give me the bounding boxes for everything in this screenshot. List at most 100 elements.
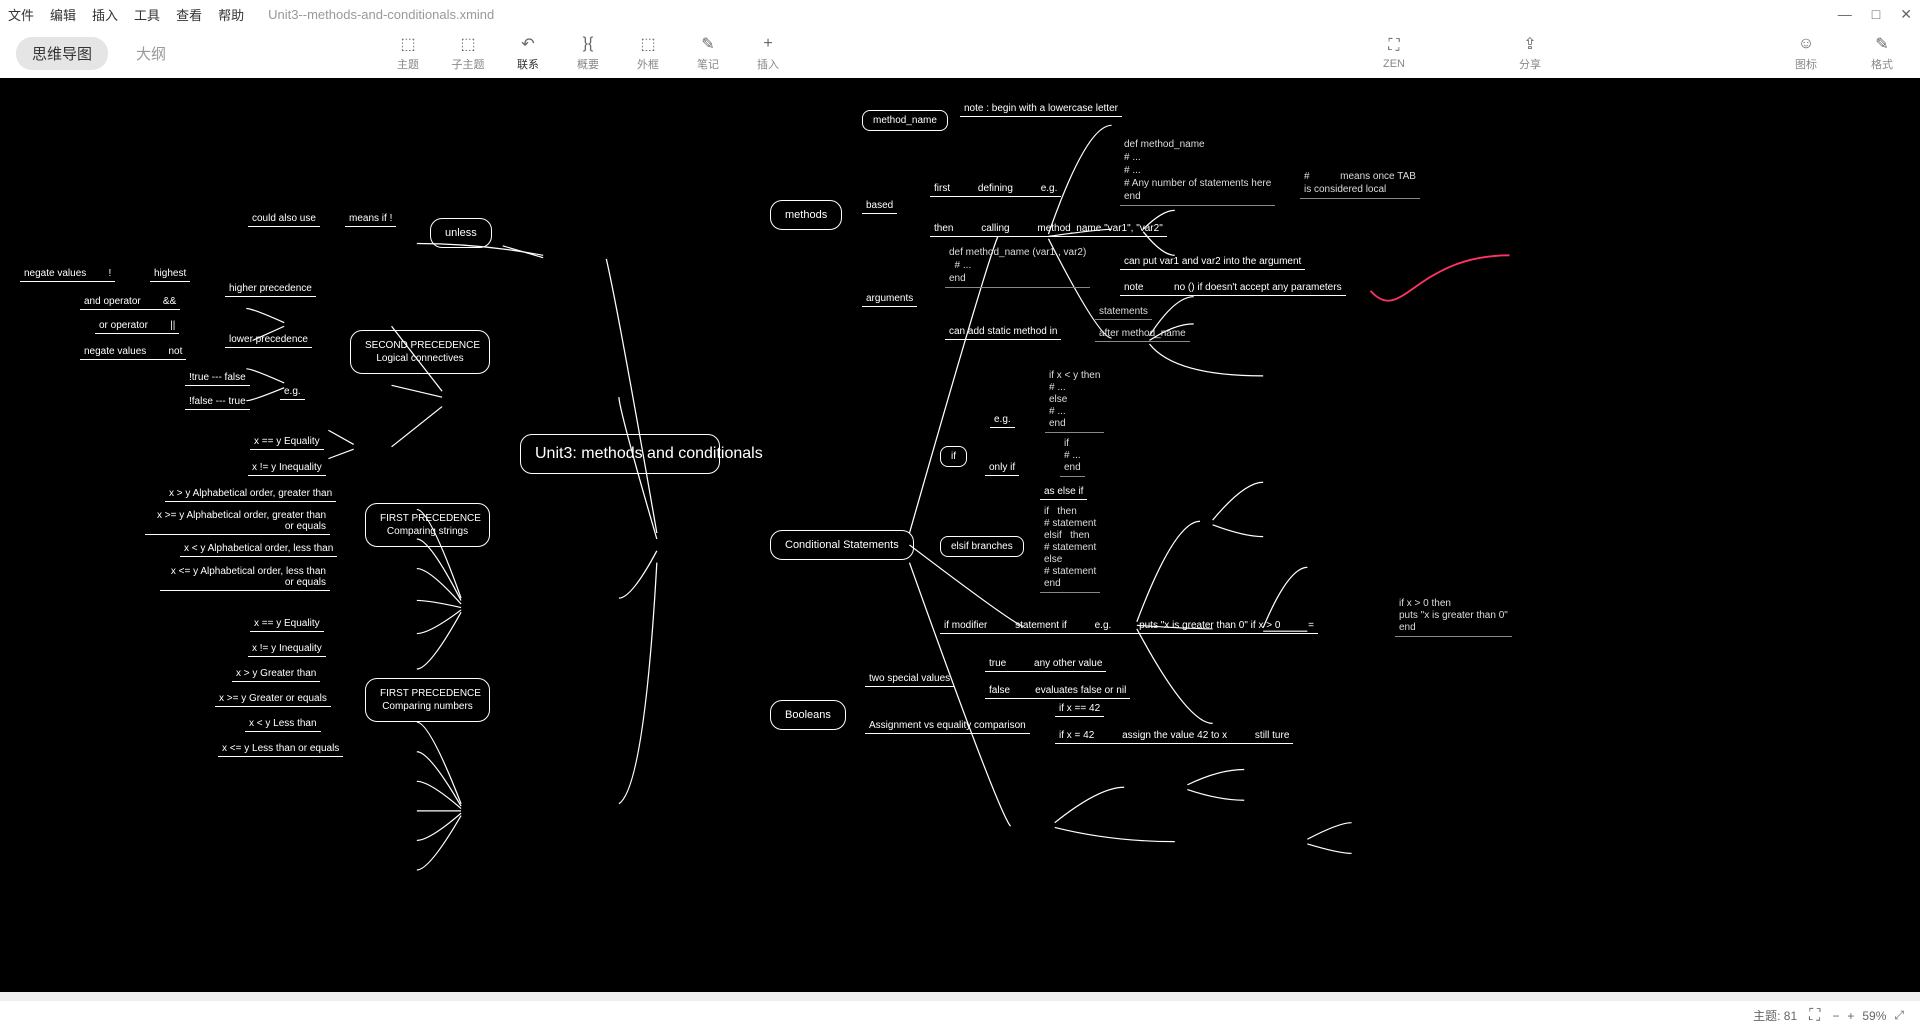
insert-button[interactable]: +插入 — [740, 34, 796, 72]
leaf[interactable]: means if ! — [345, 213, 396, 227]
leaf[interactable]: then calling method_name "var1", "var2" — [930, 223, 1167, 237]
leaf[interactable]: negate values ! — [20, 268, 115, 282]
leaf[interactable]: higher precedence — [225, 283, 316, 297]
leaf[interactable]: x <= y Less than or equals — [218, 743, 343, 757]
leaf[interactable]: if modifier statement if e.g. puts "x is… — [940, 620, 1318, 634]
share-button[interactable]: ⇪分享 — [1508, 34, 1552, 72]
menu-file[interactable]: 文件 — [8, 5, 34, 24]
leaf[interactable]: x >= y Greater or equals — [215, 693, 331, 707]
topic-unless[interactable]: unless — [430, 218, 492, 248]
menu-insert[interactable]: 插入 — [92, 5, 118, 24]
map-icon[interactable]: ⛶ — [1809, 1007, 1820, 1025]
leaf[interactable]: if # ... end — [1060, 438, 1085, 477]
topic-precedence-numbers[interactable]: FIRST PRECEDENCEComparing numbers — [365, 678, 490, 722]
menu-help[interactable]: 帮助 — [218, 5, 244, 24]
leaf[interactable]: first defining e.g. — [930, 183, 1061, 197]
leaf[interactable]: can add static method in — [945, 326, 1061, 340]
subtopic-method-name[interactable]: method_name — [862, 110, 948, 131]
central-topic[interactable]: Unit3: methods and conditionals — [520, 434, 720, 474]
leaf[interactable]: can put var1 and var2 into the argument — [1120, 256, 1305, 270]
insert-icon: + — [740, 34, 796, 54]
window-controls: — □ ✕ — [1838, 0, 1912, 28]
leaf[interactable]: # means once TAB is considered local — [1300, 170, 1420, 199]
smile-icon: ☺ — [1784, 34, 1828, 54]
subtopic-button[interactable]: ⬚子主题 — [440, 34, 496, 72]
topic-precedence-strings[interactable]: FIRST PRECEDENCEComparing strings — [365, 503, 490, 547]
leaf[interactable]: if x == 42 — [1055, 703, 1104, 717]
leaf[interactable]: based — [862, 200, 897, 214]
leaf[interactable]: def method_name # ... # ... # Any number… — [1120, 138, 1275, 206]
leaf[interactable]: after method_name — [1095, 328, 1190, 342]
leaf[interactable]: x == y Equality — [250, 618, 324, 632]
menu-view[interactable]: 查看 — [176, 5, 202, 24]
menu-edit[interactable]: 编辑 — [50, 5, 76, 24]
zen-button[interactable]: ⛶ZEN — [1372, 36, 1416, 70]
subtopic-icon: ⬚ — [440, 34, 496, 54]
horizontal-scrollbar[interactable] — [0, 992, 1920, 1000]
zoom-out-button[interactable]: − — [1832, 1009, 1839, 1023]
zoom-in-button[interactable]: + — [1847, 1009, 1854, 1023]
zoom-controls: − + 59% ⤢ — [1832, 1008, 1904, 1023]
leaf[interactable]: x != y Inequality — [248, 462, 326, 476]
leaf[interactable]: true any other value — [985, 658, 1106, 672]
leaf[interactable]: x != y Inequality — [248, 643, 326, 657]
leaf[interactable]: if x < y then # ... else # ... end — [1045, 370, 1104, 433]
leaf[interactable]: or operator || — [95, 320, 179, 334]
leaf[interactable]: !true --- false — [185, 372, 250, 386]
leaf[interactable]: note no () if doesn't accept any paramet… — [1120, 282, 1346, 296]
leaf[interactable]: def method_name (var1 , var2) # ... end — [945, 246, 1090, 288]
subtopic-elsif[interactable]: elsif branches — [940, 536, 1024, 557]
tab-mindmap[interactable]: 思维导图 — [16, 37, 108, 70]
leaf[interactable]: statements — [1095, 306, 1152, 320]
leaf[interactable]: e.g. — [990, 414, 1015, 428]
leaf[interactable]: Assignment vs equality comparison — [865, 720, 1030, 734]
menu-tools[interactable]: 工具 — [134, 5, 160, 24]
close-button[interactable]: ✕ — [1900, 6, 1912, 23]
leaf[interactable]: if x = 42 assign the value 42 to x still… — [1055, 730, 1293, 744]
leaf[interactable]: x > y Greater than — [232, 668, 320, 682]
leaf[interactable]: only if — [985, 462, 1019, 476]
leaf[interactable]: two special values — [865, 673, 954, 687]
maximize-button[interactable]: □ — [1872, 6, 1880, 22]
topic-precedence-logical[interactable]: SECOND PRECEDENCELogical connectives — [350, 330, 490, 374]
leaf[interactable]: x > y Alphabetical order, greater than — [165, 488, 336, 502]
leaf[interactable]: could also use — [248, 213, 320, 227]
summary-button[interactable]: }{概要 — [560, 34, 616, 72]
leaf[interactable]: x == y Equality — [250, 436, 324, 450]
note-button[interactable]: ✎笔记 — [680, 34, 736, 72]
menubar: 文件 编辑 插入 工具 查看 帮助 Unit3--methods-and-con… — [0, 0, 1920, 28]
icons-button[interactable]: ☺图标 — [1784, 34, 1828, 72]
topic-button[interactable]: ⬚主题 — [380, 34, 436, 72]
leaf[interactable]: negate values not — [80, 346, 186, 360]
leaf[interactable]: if then # statement elsif then # stateme… — [1040, 506, 1100, 593]
subtopic-if[interactable]: if — [940, 446, 967, 467]
topic-methods[interactable]: methods — [770, 200, 842, 230]
leaf[interactable]: e.g. — [280, 386, 305, 400]
leaf[interactable]: x <= y Alphabetical order, less than or … — [160, 566, 330, 591]
leaf[interactable]: x < y Less than — [245, 718, 321, 732]
leaf[interactable]: x >= y Alphabetical order, greater than … — [145, 510, 330, 535]
leaf[interactable]: !false --- true — [185, 396, 250, 410]
leaf[interactable]: false evaluates false or nil — [985, 685, 1130, 699]
leaf[interactable]: highest — [150, 268, 190, 282]
boundary-button[interactable]: ⬚外框 — [620, 34, 676, 72]
zen-icon: ⛶ — [1372, 36, 1416, 56]
mindmap-canvas[interactable]: Unit3: methods and conditionals unless c… — [0, 78, 1920, 1000]
topic-conditionals[interactable]: Conditional Statements — [770, 530, 914, 560]
leaf[interactable]: lower precedence — [225, 334, 312, 348]
topic-booleans[interactable]: Booleans — [770, 700, 846, 730]
relation-icon: ↶ — [500, 34, 556, 54]
tab-outline[interactable]: 大纲 — [120, 37, 182, 70]
leaf[interactable]: and operator && — [80, 296, 180, 310]
leaf[interactable]: as else if — [1040, 486, 1087, 500]
leaf[interactable]: if x > 0 then puts "x is greater than 0"… — [1395, 598, 1512, 637]
summary-icon: }{ — [560, 34, 616, 54]
relation-button[interactable]: ↶联系 — [500, 34, 556, 72]
leaf[interactable]: arguments — [862, 293, 917, 307]
zoom-level[interactable]: 59% — [1862, 1009, 1886, 1023]
zoom-fit-icon[interactable]: ⤢ — [1894, 1008, 1904, 1023]
format-button[interactable]: ✎格式 — [1860, 34, 1904, 72]
leaf[interactable]: x < y Alphabetical order, less than — [180, 543, 337, 557]
leaf[interactable]: note : begin with a lowercase letter — [960, 103, 1122, 117]
minimize-button[interactable]: — — [1838, 6, 1852, 22]
